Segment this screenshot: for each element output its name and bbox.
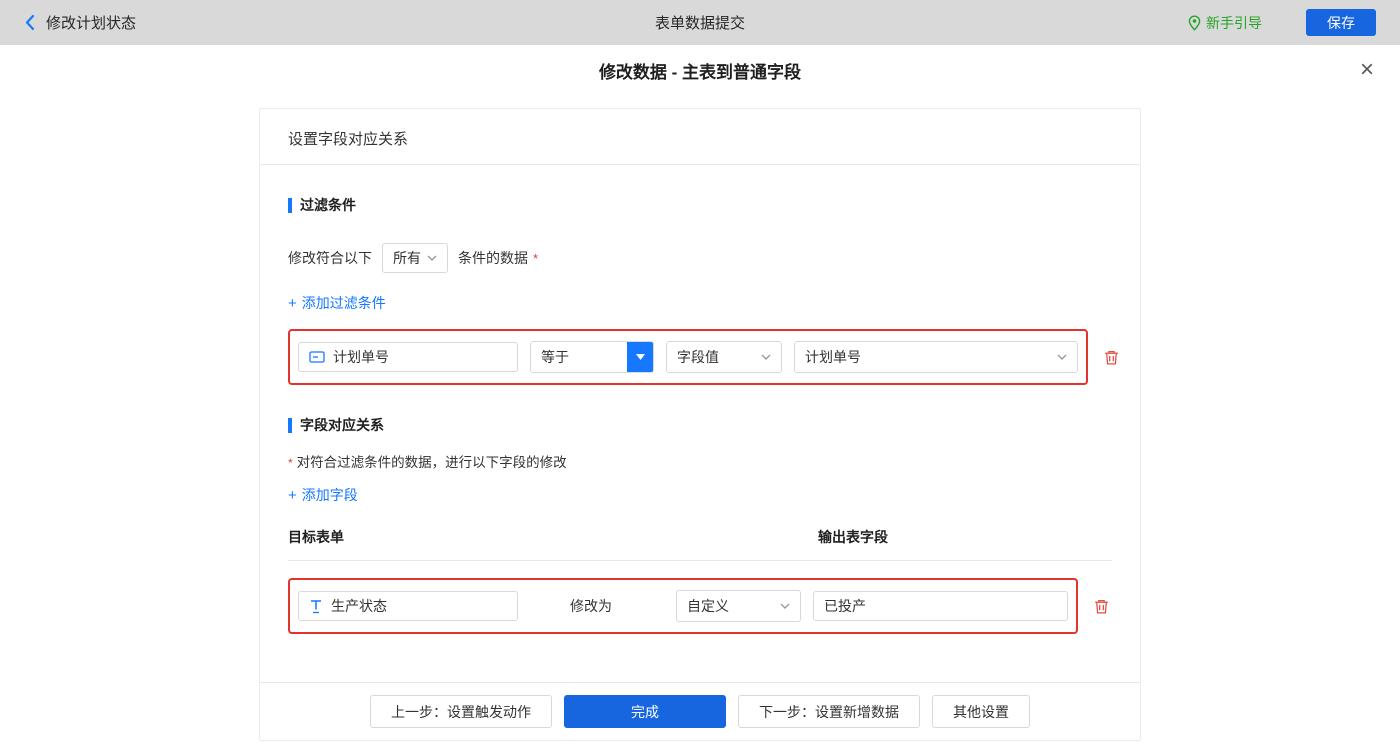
guide-label: 新手引导 bbox=[1206, 14, 1262, 31]
trash-icon bbox=[1105, 350, 1118, 365]
modify-to-label: 修改为 bbox=[570, 598, 612, 614]
target-field-value: 生产状态 bbox=[331, 598, 387, 614]
back-chevron-icon bbox=[25, 14, 35, 31]
target-field-input[interactable]: 生产状态 bbox=[298, 591, 518, 621]
dialog-title: 修改数据 - 主表到普通字段 bbox=[598, 62, 802, 82]
trash-icon bbox=[1095, 599, 1108, 614]
operator-value: 等于 bbox=[541, 349, 569, 365]
next-step-button[interactable]: 下一步：设置新增数据 bbox=[738, 695, 920, 728]
settings-panel: 设置字段对应关系 过滤条件 修改符合以下 所有 条件的数据 * + 添加过滤条件… bbox=[259, 108, 1141, 741]
delete-filter-row-button[interactable] bbox=[1101, 347, 1122, 368]
required-mark: * bbox=[288, 456, 293, 470]
mapping-section-heading: 字段对应关系 bbox=[288, 418, 1112, 433]
output-value-text: 已投产 bbox=[824, 598, 866, 614]
add-field-label: 添加字段 bbox=[301, 487, 358, 503]
mapping-description: * 对符合过滤条件的数据，进行以下字段的修改 bbox=[288, 451, 1112, 471]
form-field-icon bbox=[309, 351, 325, 363]
required-mark: * bbox=[533, 250, 539, 266]
filter-field-input[interactable]: 计划单号 bbox=[298, 342, 518, 372]
text-field-icon bbox=[311, 599, 321, 613]
add-filter-condition-link[interactable]: + 添加过滤条件 bbox=[288, 293, 386, 313]
dialog-footer: 上一步：设置触发动作 完成 下一步：设置新增数据 其他设置 bbox=[260, 682, 1140, 740]
output-type-value: 自定义 bbox=[687, 598, 729, 614]
back-button[interactable] bbox=[24, 14, 35, 31]
save-button[interactable]: 保存 bbox=[1306, 9, 1376, 36]
caret-down-icon bbox=[635, 354, 645, 360]
newbie-guide-link[interactable]: 新手引导 bbox=[1188, 13, 1262, 33]
location-pin-icon bbox=[1188, 14, 1201, 31]
other-settings-button[interactable]: 其他设置 bbox=[932, 695, 1030, 728]
operator-dropdown-button[interactable] bbox=[627, 342, 653, 372]
filter-condition-suffix: 条件的数据 bbox=[458, 250, 528, 266]
filter-rule-row: 计划单号 等于 字段值 计划单号 bbox=[288, 329, 1118, 385]
plus-icon: + bbox=[288, 486, 297, 504]
match-mode-value: 所有 bbox=[393, 250, 421, 266]
panel-title: 设置字段对应关系 bbox=[260, 109, 1140, 165]
mapping-rule-highlight-box: 生产状态 修改为 自定义 已投产 bbox=[288, 578, 1078, 634]
top-header: 修改计划状态 表单数据提交 新手引导 保存 bbox=[0, 0, 1400, 45]
value-field-value: 计划单号 bbox=[805, 349, 861, 365]
operator-select[interactable]: 等于 bbox=[530, 341, 654, 373]
filter-rule-highlight-box: 计划单号 等于 字段值 计划单号 bbox=[288, 329, 1088, 385]
plus-icon: + bbox=[288, 294, 297, 312]
filter-condition-prefix: 修改符合以下 bbox=[288, 250, 372, 266]
column-target-form: 目标表单 bbox=[288, 529, 344, 545]
delete-mapping-row-button[interactable] bbox=[1091, 596, 1112, 617]
done-button[interactable]: 完成 bbox=[564, 695, 726, 728]
value-type-value: 字段值 bbox=[677, 349, 719, 365]
output-value-input[interactable]: 已投产 bbox=[813, 591, 1068, 621]
filter-field-value: 计划单号 bbox=[333, 349, 389, 365]
mapping-column-headers: 目标表单 输出表字段 bbox=[288, 527, 1112, 561]
filter-section-heading: 过滤条件 bbox=[288, 198, 1112, 213]
value-field-select[interactable]: 计划单号 bbox=[794, 341, 1078, 373]
output-type-select[interactable]: 自定义 bbox=[676, 590, 801, 622]
value-type-select[interactable]: 字段值 bbox=[666, 341, 782, 373]
chevron-down-icon bbox=[1057, 354, 1067, 360]
page-title: 表单数据提交 bbox=[654, 15, 746, 32]
match-mode-select[interactable]: 所有 bbox=[382, 243, 448, 273]
mapping-rule-row: 生产状态 修改为 自定义 已投产 bbox=[288, 578, 1112, 634]
chevron-down-icon bbox=[427, 255, 437, 261]
chevron-down-icon bbox=[761, 354, 771, 360]
add-filter-condition-label: 添加过滤条件 bbox=[301, 295, 386, 311]
add-field-link[interactable]: + 添加字段 bbox=[288, 485, 358, 505]
dialog-header: 修改数据 - 主表到普通字段 × bbox=[0, 45, 1400, 95]
column-output-field: 输出表字段 bbox=[818, 529, 888, 545]
close-icon[interactable]: × bbox=[1360, 58, 1374, 82]
flow-name: 修改计划状态 bbox=[46, 15, 137, 32]
mapping-description-text: 对符合过滤条件的数据，进行以下字段的修改 bbox=[296, 455, 567, 470]
chevron-down-icon bbox=[780, 603, 790, 609]
previous-step-button[interactable]: 上一步：设置触发动作 bbox=[370, 695, 552, 728]
